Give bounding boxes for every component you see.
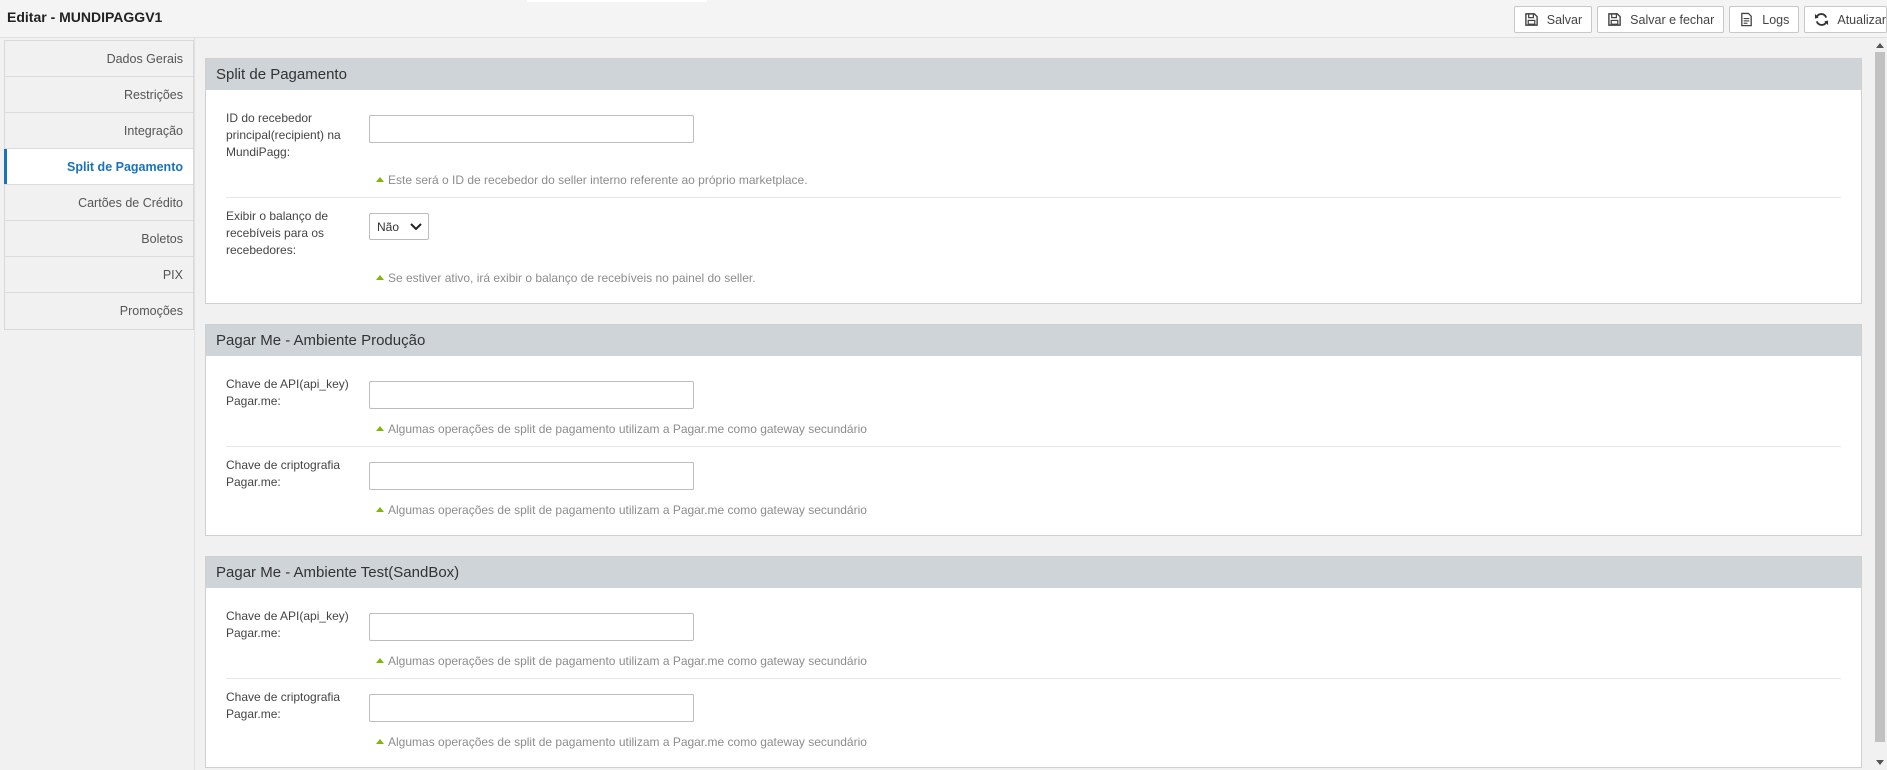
sidebar-item-dados-gerais[interactable]: Dados Gerais bbox=[5, 41, 193, 77]
field-hint: Este será o ID de recebedor do seller in… bbox=[376, 173, 1841, 187]
sidebar-item-pix[interactable]: PIX bbox=[5, 257, 193, 293]
caret-up-icon bbox=[376, 425, 384, 431]
pagarme-sandbox-panel: Pagar Me - Ambiente Test(SandBox) Chave … bbox=[205, 556, 1862, 768]
save-and-close-button[interactable]: Salvar e fechar bbox=[1597, 6, 1725, 33]
vertical-scrollbar[interactable] bbox=[1873, 38, 1887, 770]
show-balance-label: Exibir o balanço de recebíveis para os r… bbox=[226, 209, 329, 257]
sidebar-divider bbox=[194, 38, 195, 770]
sidebar-item-label: Restrições bbox=[123, 87, 183, 102]
document-icon bbox=[1741, 12, 1753, 27]
crypto-key-input[interactable] bbox=[369, 694, 694, 722]
hint-text: Algumas operações de split de pagamento … bbox=[388, 422, 867, 436]
select-value: Não bbox=[377, 219, 400, 234]
field-hint: Algumas operações de split de pagamento … bbox=[376, 422, 1841, 436]
field-hint: Se estiver ativo, irá exibir o balanço d… bbox=[376, 271, 1841, 285]
form-row: Chave de criptografia Pagar.me: Algumas … bbox=[226, 447, 1841, 527]
refresh-icon bbox=[1815, 13, 1829, 26]
form-row: Chave de API(api_key) Pagar.me: Algumas … bbox=[226, 598, 1841, 679]
page-title: Editar - MUNDIPAGGV1 bbox=[7, 9, 163, 25]
tab-indicator bbox=[527, 0, 707, 2]
sidebar-item-restricoes[interactable]: Restrições bbox=[5, 77, 193, 113]
pagarme-production-panel: Pagar Me - Ambiente Produção Chave de AP… bbox=[205, 324, 1862, 536]
caret-up-icon bbox=[376, 506, 384, 512]
sidebar-item-label: Dados Gerais bbox=[106, 51, 183, 66]
form-row: Chave de API(api_key) Pagar.me: Algumas … bbox=[226, 366, 1841, 447]
hint-text: Algumas operações de split de pagamento … bbox=[388, 503, 867, 517]
caret-up-icon bbox=[376, 274, 384, 280]
sidebar-item-label: Cartões de Crédito bbox=[78, 195, 183, 210]
sidebar-item-promocoes[interactable]: Promoções bbox=[5, 293, 193, 329]
chevron-down-icon bbox=[410, 222, 422, 230]
sidebar-item-label: Split de Pagamento bbox=[67, 159, 183, 174]
api-key-input[interactable] bbox=[369, 381, 694, 409]
toolbar: Salvar Salvar e fechar Logs Atualizar bbox=[1513, 6, 1887, 33]
caret-up-icon bbox=[376, 176, 384, 182]
panel-body: Chave de API(api_key) Pagar.me: Algumas … bbox=[206, 356, 1861, 535]
form-row: Chave de criptografia Pagar.me: Algumas … bbox=[226, 679, 1841, 759]
scroll-up-arrow-icon[interactable] bbox=[1876, 43, 1884, 48]
caret-up-icon bbox=[376, 657, 384, 663]
sidebar-item-label: Boletos bbox=[141, 231, 183, 246]
field-hint: Algumas operações de split de pagamento … bbox=[376, 503, 1841, 517]
refresh-button[interactable]: Atualizar bbox=[1804, 6, 1887, 33]
api-key-label: Chave de API(api_key) Pagar.me: bbox=[226, 377, 349, 408]
crypto-key-label: Chave de criptografia Pagar.me: bbox=[226, 690, 341, 721]
save-button-label: Salvar bbox=[1546, 12, 1583, 27]
sidebar-item-label: Integração bbox=[123, 123, 183, 138]
floppy-disk-icon bbox=[1524, 13, 1538, 26]
hint-text: Se estiver ativo, irá exibir o balanço d… bbox=[388, 271, 756, 285]
recipient-id-label: ID do recebedor principal(recipient) na … bbox=[226, 111, 341, 159]
panel-title: Pagar Me - Ambiente Produção bbox=[206, 325, 1861, 356]
sidebar-item-boletos[interactable]: Boletos bbox=[5, 221, 193, 257]
crypto-key-label: Chave de criptografia Pagar.me: bbox=[226, 458, 341, 489]
crypto-key-input[interactable] bbox=[369, 462, 694, 490]
sidebar-item-integracao[interactable]: Integração bbox=[5, 113, 193, 149]
scroll-down-arrow-icon[interactable] bbox=[1876, 760, 1884, 765]
api-key-label: Chave de API(api_key) Pagar.me: bbox=[226, 609, 349, 640]
main-content: Split de Pagamento ID do recebedor princ… bbox=[205, 58, 1862, 770]
split-panel: Split de Pagamento ID do recebedor princ… bbox=[205, 58, 1862, 304]
panel-body: ID do recebedor principal(recipient) na … bbox=[206, 90, 1861, 303]
hint-text: Algumas operações de split de pagamento … bbox=[388, 654, 867, 668]
panel-title: Split de Pagamento bbox=[206, 59, 1861, 90]
form-row: Exibir o balanço de recebíveis para os r… bbox=[226, 198, 1841, 295]
save-and-close-button-label: Salvar e fechar bbox=[1630, 12, 1715, 27]
api-key-input[interactable] bbox=[369, 613, 694, 641]
sidebar-item-cartoes-de-credito[interactable]: Cartões de Crédito bbox=[5, 185, 193, 221]
top-bar: Editar - MUNDIPAGGV1 Salvar Salvar e fec… bbox=[0, 0, 1887, 38]
hint-text: Algumas operações de split de pagamento … bbox=[388, 735, 867, 749]
show-balance-select[interactable]: Não bbox=[369, 213, 429, 240]
field-hint: Algumas operações de split de pagamento … bbox=[376, 735, 1841, 749]
logs-button[interactable]: Logs bbox=[1729, 6, 1800, 33]
scrollbar-thumb[interactable] bbox=[1875, 52, 1885, 742]
hint-text: Este será o ID de recebedor do seller in… bbox=[388, 173, 808, 187]
floppy-disk-icon bbox=[1608, 13, 1621, 26]
recipient-id-input[interactable] bbox=[369, 115, 694, 143]
sidebar-item-label: Promoções bbox=[119, 304, 183, 318]
panel-body: Chave de API(api_key) Pagar.me: Algumas … bbox=[206, 588, 1861, 767]
save-button[interactable]: Salvar bbox=[1513, 6, 1593, 33]
panel-title: Pagar Me - Ambiente Test(SandBox) bbox=[206, 557, 1861, 588]
form-row: ID do recebedor principal(recipient) na … bbox=[226, 100, 1841, 198]
caret-up-icon bbox=[376, 738, 384, 744]
sidebar: Dados Gerais Restrições Integração Split… bbox=[4, 40, 194, 330]
logs-button-label: Logs bbox=[1762, 12, 1790, 27]
refresh-button-label: Atualizar bbox=[1837, 12, 1886, 27]
sidebar-item-split-de-pagamento[interactable]: Split de Pagamento bbox=[4, 149, 193, 185]
sidebar-item-label: PIX bbox=[162, 267, 183, 282]
field-hint: Algumas operações de split de pagamento … bbox=[376, 654, 1841, 668]
